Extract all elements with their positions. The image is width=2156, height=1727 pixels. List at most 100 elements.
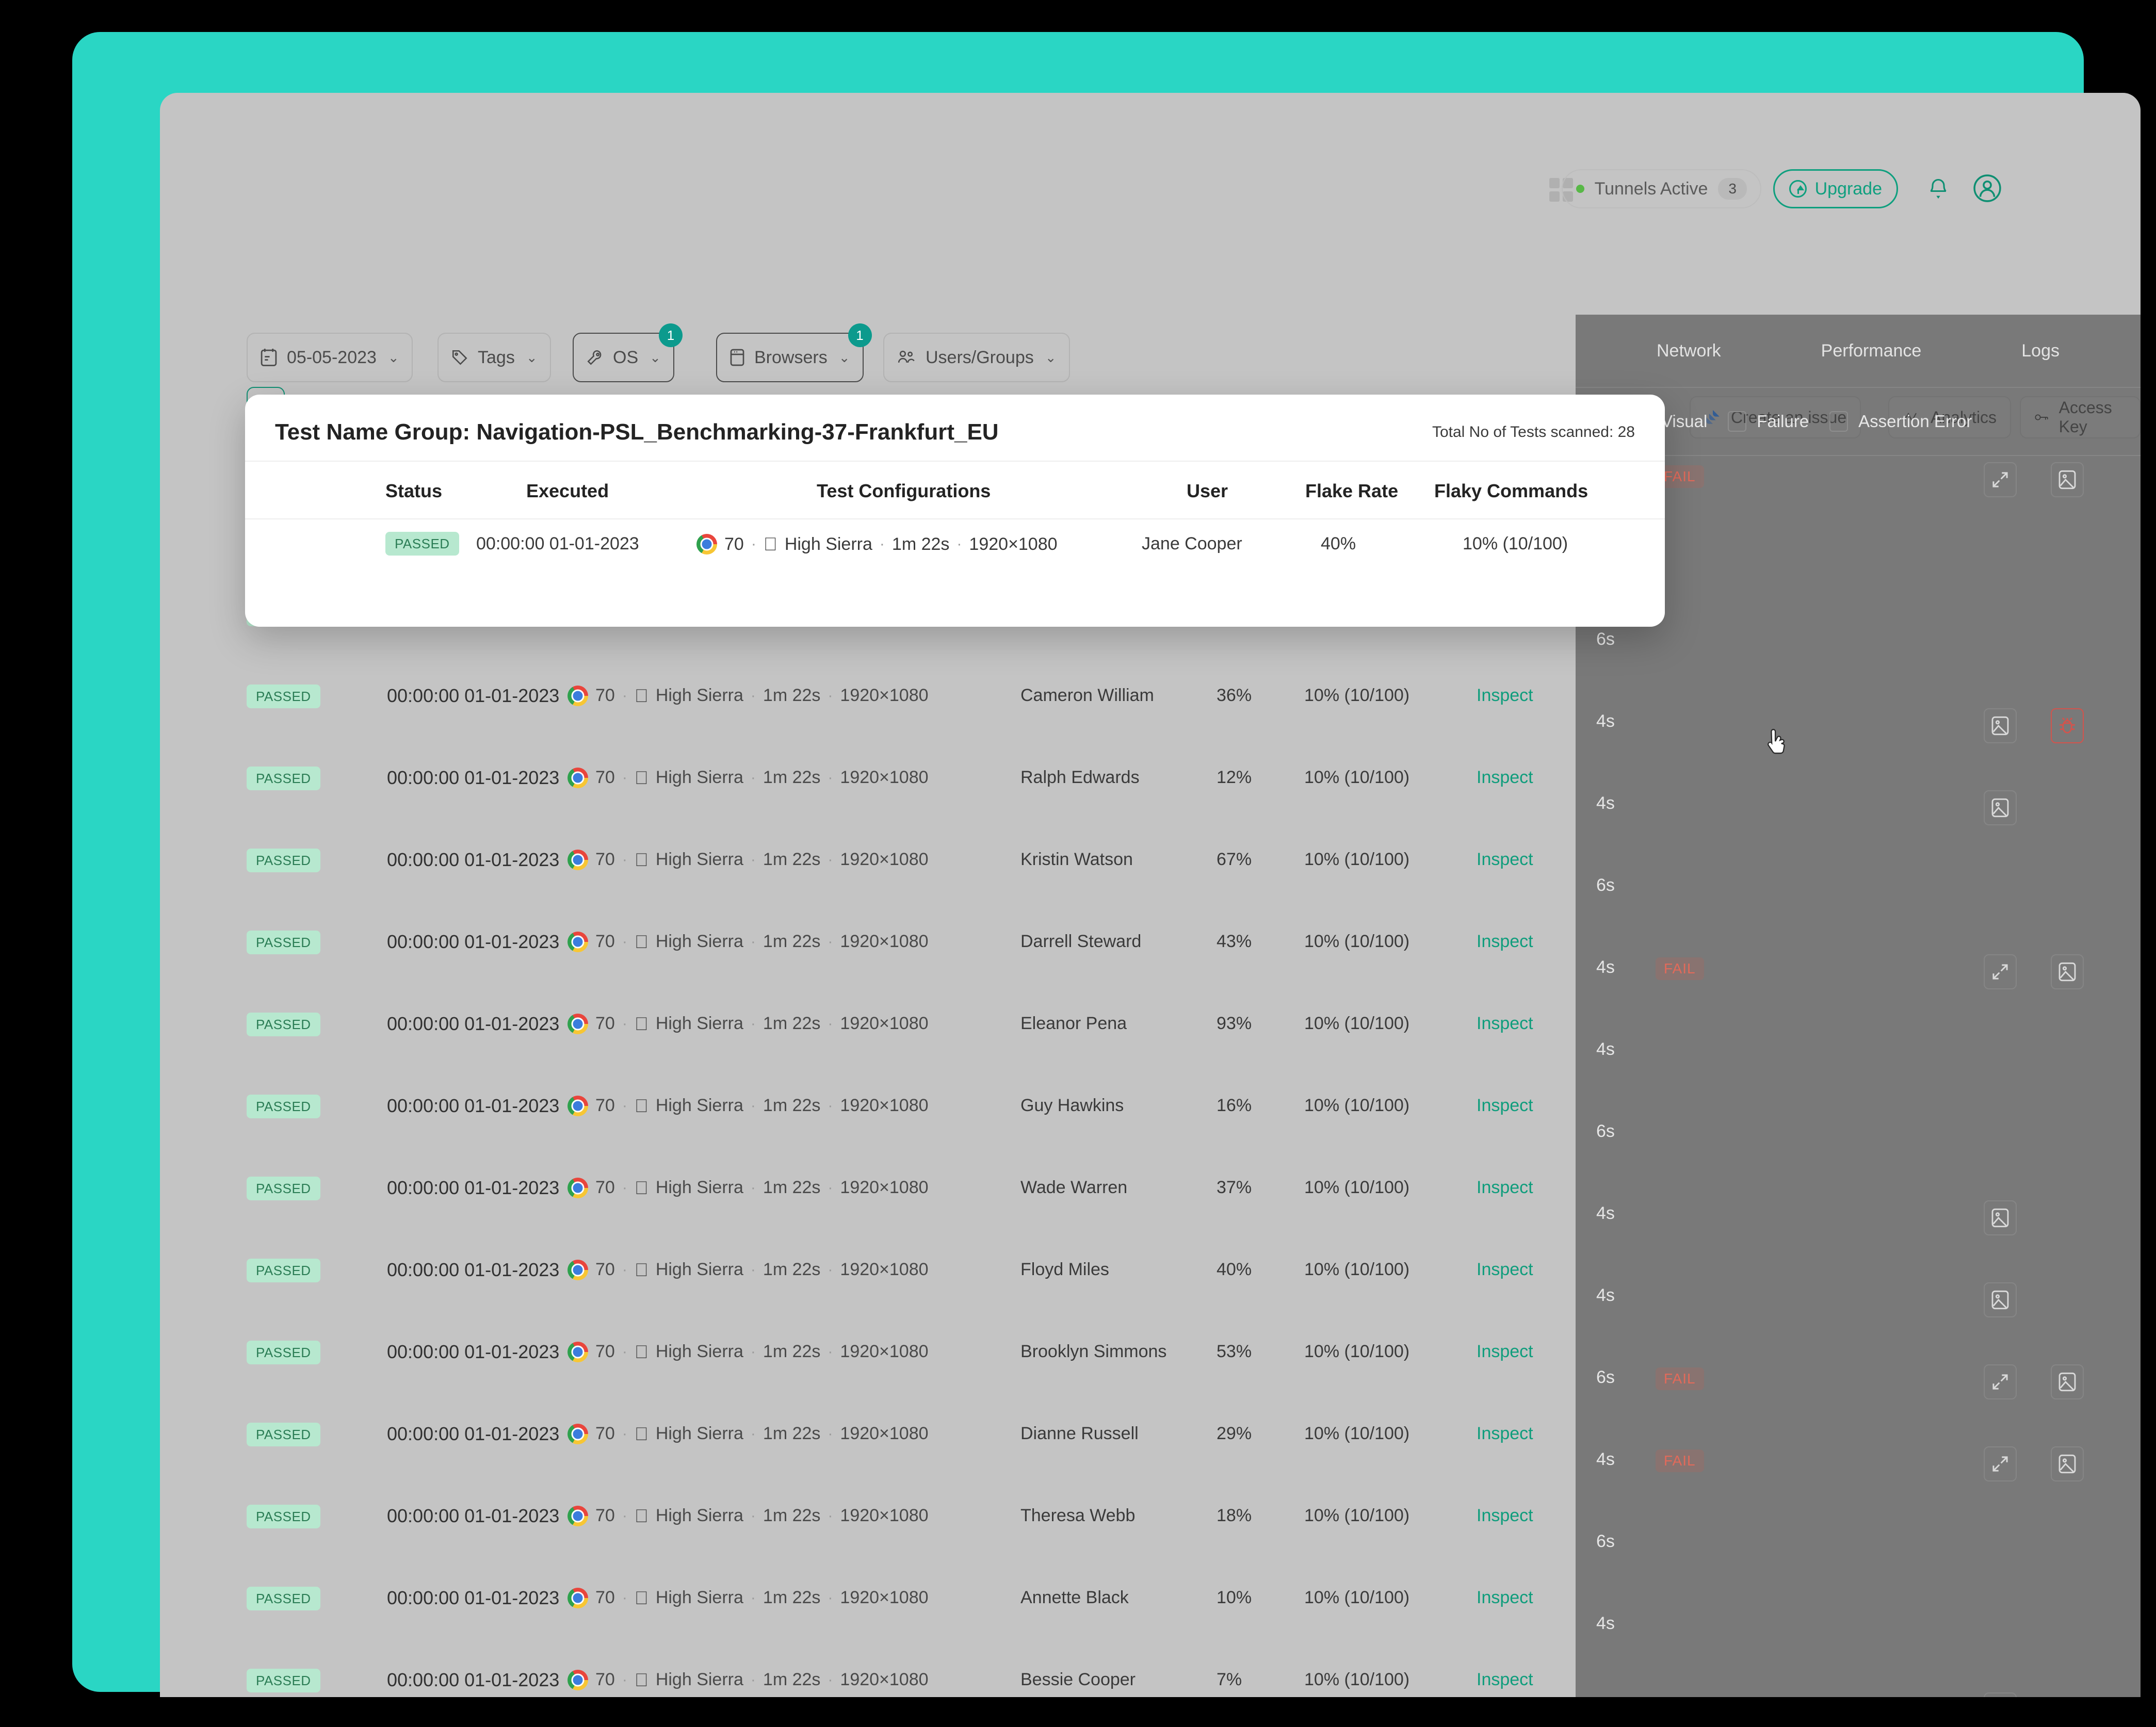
table-row[interactable]: PASSED 00:00:00 01-01-2023 70 · High Sierra… xyxy=(160,819,1666,901)
inspect-link[interactable]: Inspect xyxy=(1477,850,1533,870)
details-tab-network[interactable]: Network xyxy=(1657,341,1721,361)
duration: 1m 22s xyxy=(749,1014,821,1033)
modal-result-row[interactable]: PASSED 00:00:00 01-01-2023 70 ·  High S… xyxy=(245,519,1665,581)
details-row[interactable]: 4s xyxy=(1576,1179,2141,1261)
tunnels-active-chip[interactable]: Tunnels Active 3 xyxy=(1561,169,1761,208)
inspect-link[interactable]: Inspect xyxy=(1477,768,1533,788)
date-filter[interactable]: 05-05-2023 ⌄ xyxy=(247,333,413,382)
inspect-link[interactable]: Inspect xyxy=(1477,1178,1533,1198)
apple-icon:  xyxy=(635,1424,649,1443)
details-row[interactable]: 4s xyxy=(1576,1589,2141,1671)
users-groups-filter[interactable]: Users/Groups ⌄ xyxy=(883,333,1070,382)
table-row[interactable]: PASSED 00:00:00 01-01-2023 70 · High Sierra… xyxy=(160,737,1666,819)
inspect-link[interactable]: Inspect xyxy=(1477,1588,1533,1608)
flaky-commands-cell: 10% (10/100) xyxy=(1304,932,1410,951)
table-row[interactable]: PASSED 00:00:00 01-01-2023 70 · High Sierra… xyxy=(160,1147,1666,1229)
inspect-link[interactable]: Inspect xyxy=(1477,1014,1533,1034)
image-button[interactable] xyxy=(2051,1446,2084,1481)
image-button[interactable] xyxy=(1984,790,2017,825)
os-name: High Sierra xyxy=(641,1178,743,1197)
dot-separator: · xyxy=(751,1097,756,1115)
details-row[interactable]: 4s FAIL xyxy=(1576,933,2141,1015)
duration: 1m 22s xyxy=(749,850,821,869)
duration: 1m 22s xyxy=(749,1670,821,1689)
image-button[interactable] xyxy=(1984,1282,2017,1317)
table-row[interactable]: PASSED 00:00:00 01-01-2023 70 · High Sierra… xyxy=(160,1475,1666,1557)
dot-separator: · xyxy=(828,1589,833,1607)
image-button[interactable] xyxy=(2051,1364,2084,1399)
expand-button[interactable] xyxy=(1984,954,2017,989)
details-row[interactable]: 6s xyxy=(1576,1097,2141,1179)
duration-value: 4s xyxy=(1596,957,1615,977)
inspect-link[interactable]: Inspect xyxy=(1477,1096,1533,1116)
image-button[interactable] xyxy=(2051,462,2084,497)
inspect-link[interactable]: Inspect xyxy=(1477,932,1533,952)
inspect-link[interactable]: Inspect xyxy=(1477,1670,1533,1690)
details-row[interactable]: 6s xyxy=(1576,851,2141,933)
checkbox-assertion-error[interactable]: Assertion Error xyxy=(1829,411,1972,432)
executed-cell: 00:00:00 01-01-2023 xyxy=(387,1341,560,1362)
expand-button[interactable] xyxy=(1984,1364,2017,1399)
apple-icon:  xyxy=(635,1260,649,1279)
expand-button[interactable] xyxy=(1984,1446,2017,1481)
table-row[interactable]: PASSED 00:00:00 01-01-2023 70 · High Sierra… xyxy=(160,1393,1666,1475)
details-tab-logs[interactable]: Logs xyxy=(2021,341,2060,361)
table-row[interactable]: PASSED 00:00:00 01-01-2023 70 · High Sierra… xyxy=(160,901,1666,983)
resolution: 1920×1080 xyxy=(826,1506,928,1525)
duration-value: 4s xyxy=(1596,1614,1615,1633)
table-row[interactable]: PASSED 00:00:00 01-01-2023 70 · High Sierra… xyxy=(160,1639,1666,1697)
apple-icon:  xyxy=(635,686,649,705)
os-filter[interactable]: OS ⌄ 1 xyxy=(573,323,683,382)
chrome-icon xyxy=(568,1177,588,1198)
users-icon xyxy=(898,350,915,363)
image-button[interactable] xyxy=(1984,1200,2017,1235)
inspect-link[interactable]: Inspect xyxy=(1477,686,1533,706)
table-row[interactable]: PASSED 00:00:00 01-01-2023 70 · High Sierra… xyxy=(160,1065,1666,1147)
details-row[interactable]: 4s FAIL xyxy=(1576,1425,2141,1507)
details-tab-performance[interactable]: Performance xyxy=(1821,341,1922,361)
browser-version: 70 xyxy=(595,1588,615,1607)
expand-button[interactable] xyxy=(1984,462,2017,497)
status-badge: PASSED xyxy=(247,1013,320,1036)
column-header-flake-rate: Flake Rate xyxy=(1305,480,1399,501)
tags-filter[interactable]: Tags ⌄ xyxy=(437,333,551,382)
fail-badge: FAIL xyxy=(1656,1449,1704,1472)
expand-icon xyxy=(1992,964,2008,980)
status-badge: PASSED xyxy=(247,1669,320,1692)
details-row[interactable]: 6s FAIL xyxy=(1576,1343,2141,1425)
image-button[interactable] xyxy=(2051,954,2084,989)
details-row[interactable]: 4s xyxy=(1576,1671,2141,1697)
inspect-link[interactable]: Inspect xyxy=(1477,1260,1533,1280)
upgrade-button[interactable]: Upgrade xyxy=(1773,169,1898,208)
image-button[interactable] xyxy=(1984,1692,2017,1697)
duration-value: 4s xyxy=(1596,1203,1615,1223)
duration-value: 6s xyxy=(1596,629,1615,649)
flake-rate-cell: 93% xyxy=(1217,1014,1252,1033)
table-row[interactable]: PASSED 00:00:00 01-01-2023 70 · High Sierra… xyxy=(160,983,1666,1065)
details-row[interactable]: 4s xyxy=(1576,1261,2141,1343)
table-row[interactable]: PASSED 00:00:00 01-01-2023 70 · High Sierra… xyxy=(160,1229,1666,1311)
details-row[interactable]: 6s xyxy=(1576,1507,2141,1589)
table-row[interactable]: PASSED 00:00:00 01-01-2023 70 · High Sierra… xyxy=(160,655,1666,737)
duration: 1m 22s xyxy=(749,1096,821,1115)
dot-separator: · xyxy=(828,1507,833,1525)
inspect-link[interactable]: Inspect xyxy=(1477,1424,1533,1444)
apple-icon:  xyxy=(635,1178,649,1197)
table-row[interactable]: PASSED 00:00:00 01-01-2023 70 · High Sierra… xyxy=(160,1311,1666,1393)
user-avatar-icon[interactable] xyxy=(1973,174,2001,202)
user-cell: Brooklyn Simmons xyxy=(1020,1342,1167,1361)
table-row[interactable]: PASSED 00:00:00 01-01-2023 70 · High Sierra… xyxy=(160,1557,1666,1639)
inspect-link[interactable]: Inspect xyxy=(1477,1342,1533,1362)
apple-icon:  xyxy=(635,1670,649,1689)
image-button[interactable] xyxy=(1984,708,2017,743)
bug-button[interactable] xyxy=(2051,708,2084,743)
inspect-link[interactable]: Inspect xyxy=(1477,1506,1533,1526)
details-row[interactable]: 4s xyxy=(1576,687,2141,769)
browsers-filter[interactable]: Browsers ⌄ 1 xyxy=(716,323,872,382)
flaky-commands-cell: 10% (10/100) xyxy=(1304,768,1410,787)
notifications-bell-icon[interactable] xyxy=(1927,175,1950,201)
modal-header: Test Name Group: Navigation-PSL_Benchmar… xyxy=(245,395,1665,461)
details-row[interactable]: 4s xyxy=(1576,1015,2141,1097)
details-row[interactable]: 4s xyxy=(1576,769,2141,851)
checkbox-failure[interactable]: Failure xyxy=(1728,411,1809,432)
